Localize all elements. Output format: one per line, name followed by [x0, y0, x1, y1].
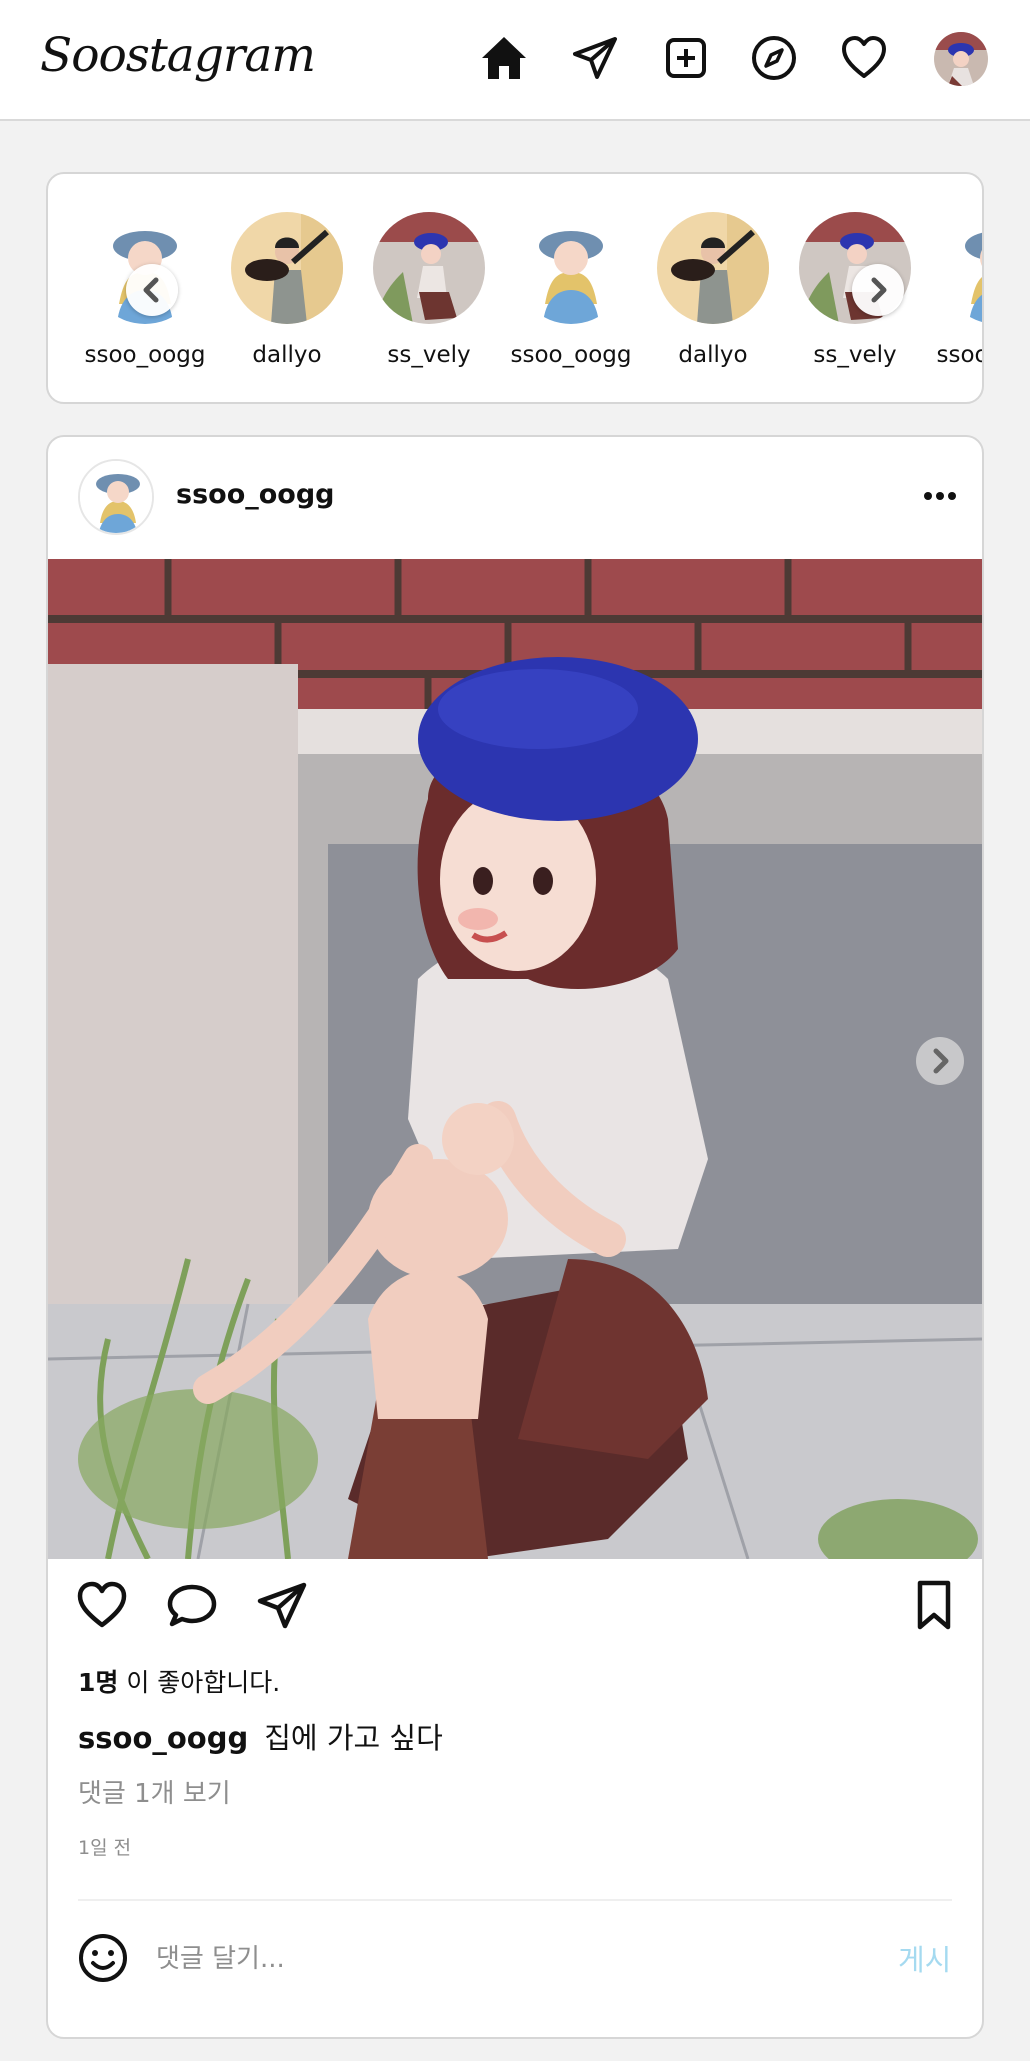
- direct-message-icon[interactable]: [570, 32, 622, 84]
- profile-avatar[interactable]: [934, 32, 988, 86]
- top-navigation-bar: Soostagram: [0, 0, 1030, 121]
- story-avatar: [373, 212, 485, 324]
- story-username: ss_vely: [387, 342, 471, 368]
- like-count-number: 1명: [78, 1668, 119, 1697]
- home-icon[interactable]: [478, 32, 530, 84]
- story-username: ssoo_oogg: [510, 342, 632, 368]
- post-author-avatar[interactable]: [78, 459, 154, 535]
- story-item[interactable]: ssoo_oogg: [507, 212, 635, 368]
- like-count[interactable]: 1명 이 좋아합니다.: [78, 1663, 280, 1699]
- story-username: ssoo_oogg: [936, 342, 984, 368]
- feed-post: ssoo_oogg 1명 이 좋아합니다. ssoo_oogg 집에 가고 싶다…: [46, 435, 984, 2039]
- post-caption: ssoo_oogg 집에 가고 싶다: [78, 1715, 443, 1757]
- caption-text: 집에 가고 싶다: [264, 1721, 443, 1755]
- post-header: ssoo_oogg: [48, 437, 982, 559]
- app-logo[interactable]: Soostagram: [40, 28, 316, 83]
- story-username: ssoo_oogg: [84, 342, 206, 368]
- story-username: dallyo: [252, 342, 322, 368]
- story-username: ss_vely: [813, 342, 897, 368]
- bookmark-icon[interactable]: [906, 1577, 962, 1633]
- chevron-right-icon: [933, 1048, 949, 1074]
- chevron-right-icon: [871, 277, 887, 303]
- comment-input[interactable]: [156, 1937, 796, 1981]
- caption-username[interactable]: ssoo_oogg: [78, 1721, 248, 1755]
- explore-compass-icon[interactable]: [748, 32, 800, 84]
- comment-bubble-icon[interactable]: [164, 1577, 220, 1633]
- story-avatar: [231, 212, 343, 324]
- post-author-username[interactable]: ssoo_oogg: [176, 479, 335, 510]
- story-item[interactable]: dallyo: [223, 212, 351, 368]
- story-avatar: [657, 212, 769, 324]
- post-comment-button[interactable]: 게시: [898, 1937, 951, 1979]
- story-item[interactable]: ss_vely: [365, 212, 493, 368]
- image-next-button[interactable]: [916, 1037, 964, 1085]
- story-username: dallyo: [678, 342, 748, 368]
- story-avatar: [941, 212, 982, 324]
- chevron-left-icon: [143, 277, 159, 303]
- more-options-icon[interactable]: [920, 481, 960, 511]
- stories-prev-button[interactable]: [126, 264, 178, 316]
- emoji-smiley-icon[interactable]: [76, 1931, 130, 1985]
- story-item[interactable]: ssoo_oogg: [933, 212, 984, 368]
- like-count-label: 이 좋아합니다.: [118, 1668, 281, 1697]
- story-avatar: [515, 212, 627, 324]
- post-timestamp: 1일 전: [78, 1837, 132, 1859]
- stories-tray: ssoo_oogg dallyo ss_vely ssoo_oogg dally…: [46, 172, 984, 404]
- story-item[interactable]: dallyo: [649, 212, 777, 368]
- view-comments-link[interactable]: 댓글 1개 보기: [78, 1773, 231, 1810]
- like-heart-icon[interactable]: [74, 1577, 130, 1633]
- activity-heart-icon[interactable]: [838, 32, 890, 84]
- comment-divider: [78, 1899, 952, 1901]
- new-post-icon[interactable]: [660, 32, 712, 84]
- share-send-icon[interactable]: [254, 1577, 310, 1633]
- stories-next-button[interactable]: [852, 264, 904, 316]
- post-image[interactable]: [48, 559, 982, 1559]
